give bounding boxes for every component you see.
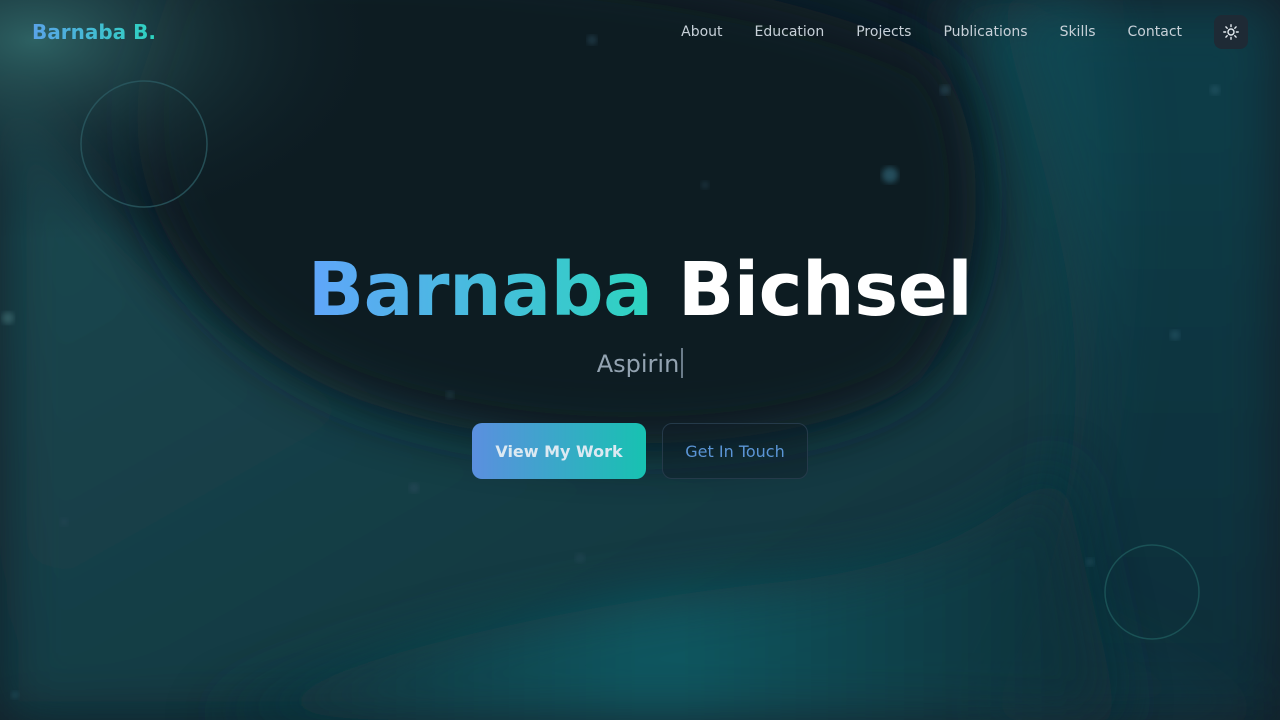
view-my-work-button[interactable]: View My Work	[472, 423, 646, 479]
typing-cursor	[681, 348, 684, 378]
theme-toggle-button[interactable]	[1214, 15, 1248, 49]
hero-first-name: Barnaba	[307, 247, 653, 333]
hero-typed-subtitle: Aspirin	[0, 346, 1280, 382]
top-navigation: Barnaba B. About Education Projects Publ…	[0, 0, 1280, 64]
typed-text: Aspirin	[596, 350, 680, 378]
site-logo[interactable]: Barnaba B.	[32, 18, 156, 46]
nav-link-education[interactable]: Education	[755, 22, 825, 42]
get-in-touch-button[interactable]: Get In Touch	[662, 423, 808, 479]
nav-link-about[interactable]: About	[681, 22, 722, 42]
hero-title: Barnaba Bichsel	[0, 246, 1280, 334]
nav-link-contact[interactable]: Contact	[1128, 22, 1182, 42]
hero-last-name: Bichsel	[677, 247, 973, 333]
page: Barnaba B. About Education Projects Publ…	[0, 0, 1280, 720]
sun-icon	[1223, 24, 1239, 40]
nav-link-projects[interactable]: Projects	[856, 22, 911, 42]
nav-link-publications[interactable]: Publications	[943, 22, 1027, 42]
nav-links: About Education Projects Publications Sk…	[681, 22, 1182, 42]
nav-link-skills[interactable]: Skills	[1060, 22, 1096, 42]
